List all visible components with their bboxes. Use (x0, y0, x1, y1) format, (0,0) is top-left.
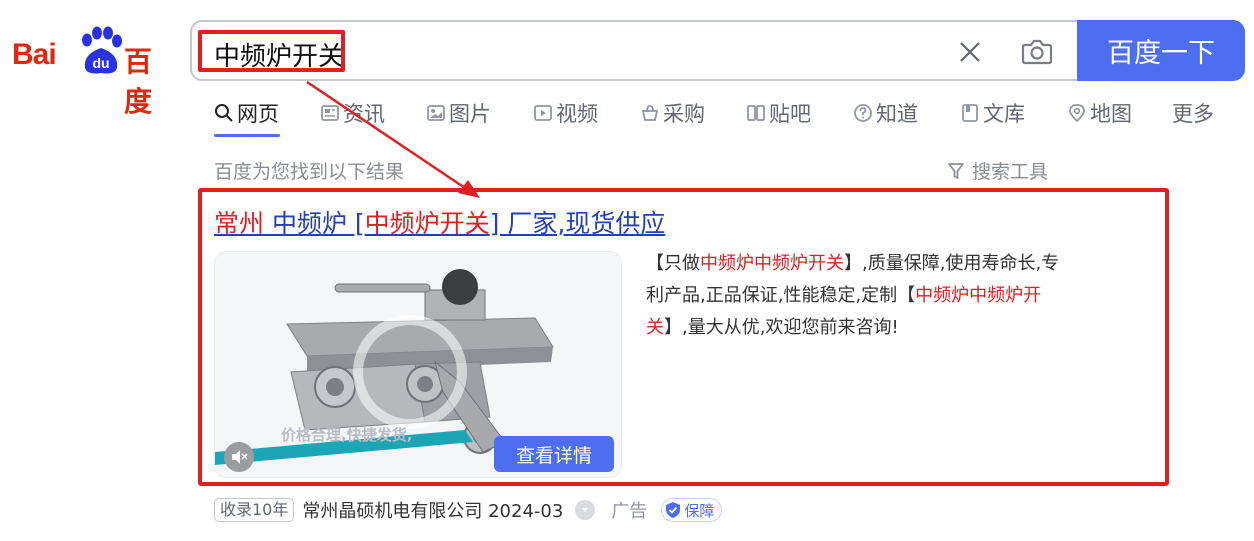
filter-icon (948, 162, 964, 179)
tab-label: 视频 (556, 102, 598, 126)
tab-tieba[interactable]: 贴吧 (746, 98, 811, 128)
ad-label: 广告 (611, 501, 648, 522)
tab-purchase[interactable]: 采购 (640, 98, 705, 128)
tab-map[interactable]: 地图 (1067, 98, 1132, 128)
question-icon (854, 104, 872, 122)
map-pin-icon (1069, 104, 1085, 123)
result-count-text: 百度为您找到以下结果 (214, 161, 405, 183)
tab-label: 网页 (237, 102, 279, 126)
active-tab-indicator (214, 134, 280, 137)
camera-icon[interactable] (1021, 36, 1053, 66)
search-button[interactable]: 百度一下 (1077, 20, 1245, 81)
tab-label: 知道 (876, 102, 918, 126)
tab-images[interactable]: 图片 (426, 98, 491, 128)
news-icon (321, 105, 339, 121)
tab-more[interactable]: 更多 (1172, 98, 1214, 128)
basket-icon (641, 105, 659, 121)
tab-news[interactable]: 资讯 (320, 98, 385, 128)
paw-icon: du (82, 26, 122, 74)
search-tools-button[interactable]: 搜索工具 (946, 157, 1048, 184)
ad-highlight-box (198, 188, 1169, 486)
tab-wenku[interactable]: 文库 (960, 98, 1025, 128)
tab-label: 文库 (983, 102, 1025, 126)
tab-label: 资讯 (343, 102, 385, 126)
guarantee-badge[interactable]: 保障 (661, 498, 723, 522)
chevron-down-icon[interactable] (575, 500, 596, 520)
tab-web[interactable]: 网页 (214, 98, 280, 137)
logo-text-bai: Bai (12, 38, 57, 71)
tab-label: 采购 (663, 102, 705, 126)
tieba-icon (747, 105, 765, 121)
ad-meta-row: 收录10年 常州晶硕机电有限公司 2024-03 广告 保障 (214, 497, 723, 523)
tab-label: 贴吧 (769, 102, 811, 126)
shield-icon (666, 502, 681, 518)
tab-label: 更多 (1172, 102, 1214, 126)
indexed-years-badge: 收录10年 (214, 498, 295, 522)
video-icon (534, 105, 552, 121)
close-icon[interactable] (956, 38, 984, 66)
tab-zhidao[interactable]: 知道 (853, 98, 918, 128)
tab-label: 图片 (449, 102, 491, 126)
company-name[interactable]: 常州晶硕机电有限公司 2024-03 (302, 497, 563, 523)
search-tools-label: 搜索工具 (972, 161, 1049, 183)
tab-label: 地图 (1090, 102, 1132, 126)
search-icon (215, 104, 233, 122)
logo-text-du: du (92, 55, 109, 71)
query-highlight-box (198, 30, 345, 72)
image-icon (427, 105, 445, 121)
baidu-logo[interactable]: Bai du 百度 (12, 26, 170, 118)
document-icon (962, 104, 978, 122)
search-input[interactable]: 中频炉开关 (190, 20, 1080, 81)
tab-video[interactable]: 视频 (533, 98, 598, 128)
guarantee-label: 保障 (684, 501, 715, 520)
logo-text-cn: 百度 (124, 45, 152, 118)
